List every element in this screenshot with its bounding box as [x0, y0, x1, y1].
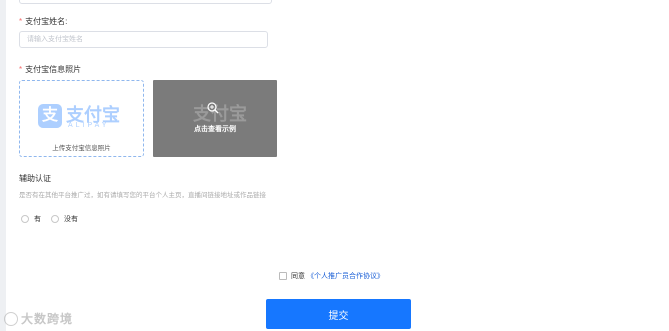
alipay-photo-label: * 支付宝信息照片: [19, 64, 81, 75]
alipay-logo: 支 支付宝 ALIPAY: [38, 101, 128, 133]
watermark-text: 大数跨境: [21, 312, 74, 326]
radio-circle[interactable]: [51, 215, 59, 223]
auxiliary-title: 辅助认证: [19, 174, 51, 183]
alipay-name-label: * 支付宝姓名:: [19, 16, 67, 27]
agreement-checkbox[interactable]: [279, 272, 287, 280]
agreement-link[interactable]: 《个人推广员合作协议》: [307, 271, 384, 281]
radio-label-no: 没有: [64, 216, 78, 223]
watermark-logo-icon: [4, 311, 18, 326]
agreement-prefix: 同意: [291, 273, 305, 280]
required-mark: *: [19, 17, 23, 26]
agreement-row: 同意 《个人推广员合作协议》: [279, 271, 384, 281]
radio-option-yes[interactable]: 有: [21, 214, 41, 224]
alipay-logo-sub: ALIPAY: [68, 122, 110, 129]
alipay-name-input[interactable]: [19, 31, 268, 48]
watermark: 大数跨境: [4, 310, 73, 327]
submit-button[interactable]: 提交: [266, 299, 411, 329]
alipay-photo-label-text: 支付宝信息照片: [25, 65, 82, 74]
left-edge-strip: [0, 0, 6, 331]
photo-upload-box[interactable]: 支 支付宝 ALIPAY 上传支付宝信息照片: [19, 80, 144, 157]
alipay-mark-icon: 支: [38, 104, 62, 128]
view-example-box[interactable]: 支付宝 点击查看示例: [153, 80, 277, 157]
example-ghost-text: 支付宝: [193, 104, 247, 124]
auxiliary-description: 是否有在其他平台推广过，如有请填写您的平台个人主页，直播间链接地址或作品链接: [19, 192, 266, 199]
zoom-in-icon: [207, 102, 219, 114]
alipay-name-label-text: 支付宝姓名:: [25, 17, 68, 26]
upload-caption: 上传支付宝信息照片: [52, 145, 111, 152]
radio-label-yes: 有: [34, 216, 41, 223]
required-mark: *: [19, 65, 23, 74]
radio-circle[interactable]: [21, 215, 29, 223]
example-caption: 点击查看示例: [194, 126, 236, 133]
previous-input-edge[interactable]: [19, 0, 272, 4]
radio-option-no[interactable]: 没有: [51, 214, 78, 224]
